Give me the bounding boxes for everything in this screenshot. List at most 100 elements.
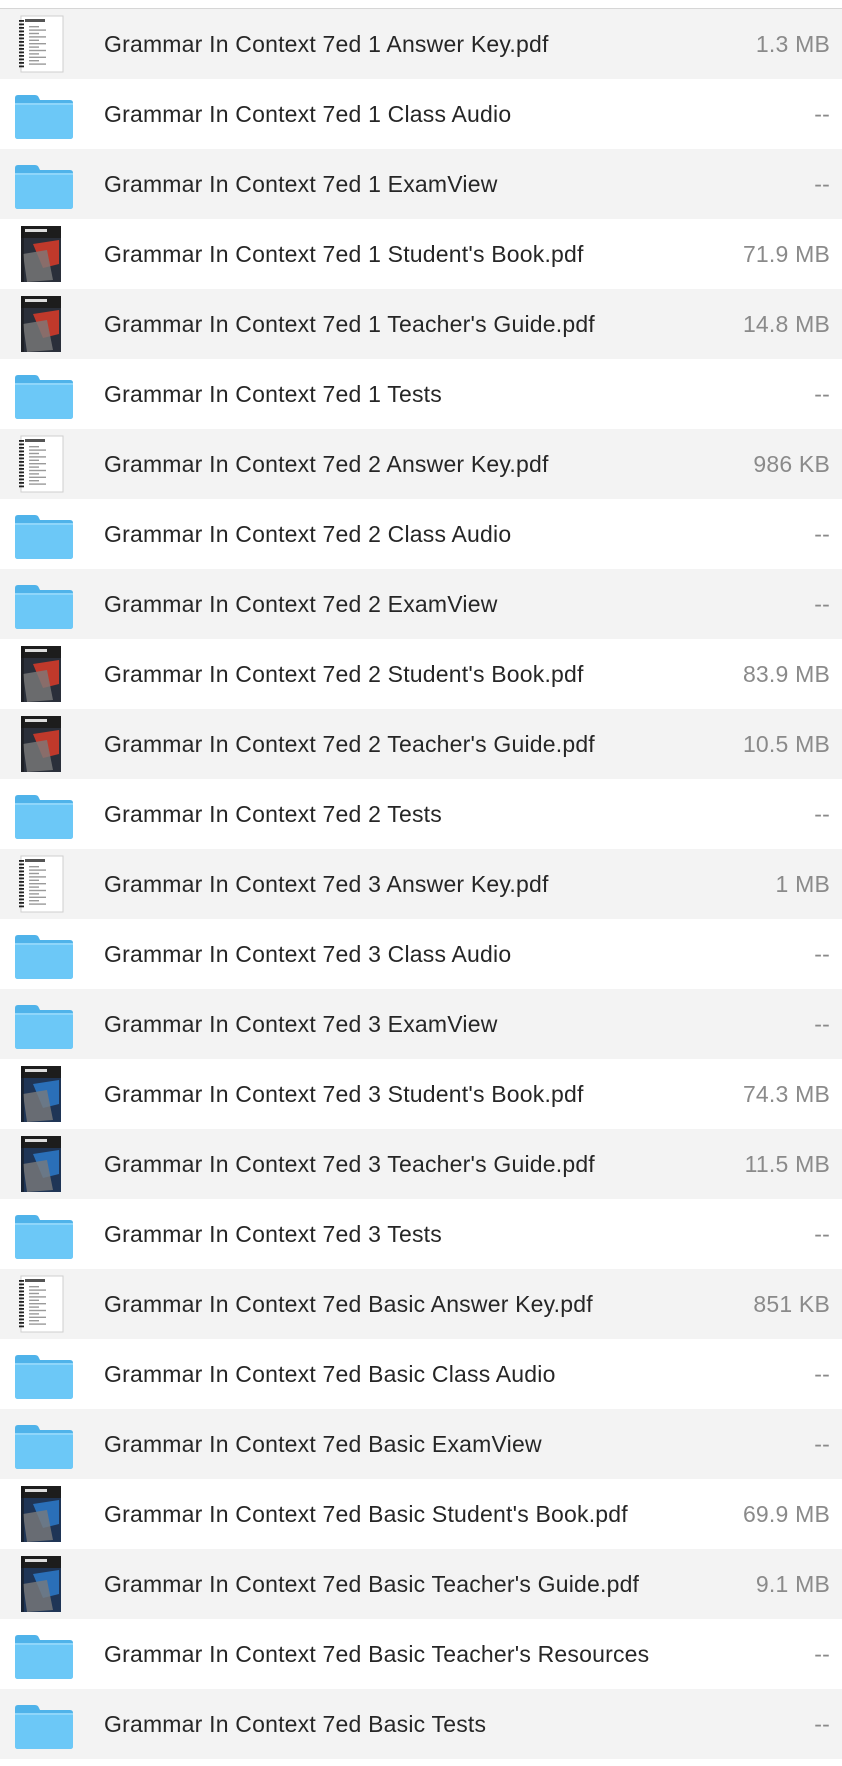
file-size: -- (814, 1431, 830, 1457)
file-name: Grammar In Context 7ed 1 Teacher's Guide… (104, 311, 595, 337)
file-size: -- (814, 381, 830, 407)
file-row[interactable]: Grammar In Context 7ed Basic Answer Key.… (0, 1269, 842, 1339)
file-size: 986 KB (753, 451, 830, 477)
file-row[interactable]: Grammar In Context 7ed 3 Class Audio -- (0, 919, 842, 989)
file-row[interactable]: Grammar In Context 7ed Basic Tests -- (0, 1689, 842, 1759)
answer-key-pdf-icon (13, 1274, 75, 1334)
book-cover-red-pdf-icon (13, 644, 75, 704)
file-size: 851 KB (753, 1291, 830, 1317)
file-name: Grammar In Context 7ed 2 Tests (104, 801, 442, 827)
file-size: 11.5 MB (744, 1151, 830, 1177)
folder-icon (13, 1344, 75, 1404)
folder-icon (13, 1204, 75, 1264)
file-row[interactable]: Grammar In Context 7ed 1 Tests -- (0, 359, 842, 429)
file-row[interactable]: Grammar In Context 7ed Basic Teacher's R… (0, 1619, 842, 1689)
file-row[interactable]: Grammar In Context 7ed 1 ExamView -- (0, 149, 842, 219)
file-row[interactable]: Grammar In Context 7ed 3 Tests -- (0, 1199, 842, 1269)
file-name: Grammar In Context 7ed 1 Answer Key.pdf (104, 31, 549, 57)
file-name: Grammar In Context 7ed 3 Tests (104, 1221, 442, 1247)
file-row[interactable]: Grammar In Context 7ed 2 ExamView -- (0, 569, 842, 639)
folder-icon (13, 784, 75, 844)
file-size: -- (814, 1221, 830, 1247)
file-size: -- (814, 1711, 830, 1737)
book-cover-blue-pdf-icon (13, 1134, 75, 1194)
file-size: -- (814, 521, 830, 547)
file-name: Grammar In Context 7ed Basic Answer Key.… (104, 1291, 593, 1317)
file-row[interactable]: Grammar In Context 7ed 3 ExamView -- (0, 989, 842, 1059)
file-name: Grammar In Context 7ed 2 Teacher's Guide… (104, 731, 595, 757)
file-size: -- (814, 801, 830, 827)
file-name: Grammar In Context 7ed 3 Student's Book.… (104, 1081, 584, 1107)
file-row[interactable]: Grammar In Context 7ed Basic Student's B… (0, 1479, 842, 1549)
folder-icon (13, 924, 75, 984)
book-cover-blue-pdf-icon (13, 1064, 75, 1124)
file-size: -- (814, 171, 830, 197)
file-row[interactable]: Grammar In Context 7ed 1 Teacher's Guide… (0, 289, 842, 359)
file-size: -- (814, 941, 830, 967)
folder-icon (13, 1414, 75, 1474)
file-size: 10.5 MB (742, 731, 830, 757)
file-size: 83.9 MB (742, 661, 830, 687)
file-size: 9.1 MB (755, 1571, 830, 1597)
file-name: Grammar In Context 7ed Basic Teacher's R… (104, 1641, 650, 1667)
file-size: -- (814, 1361, 830, 1387)
file-row[interactable]: Grammar In Context 7ed 2 Answer Key.pdf 9… (0, 429, 842, 499)
file-name: Grammar In Context 7ed Basic Tests (104, 1711, 487, 1737)
file-row[interactable]: Grammar In Context 7ed 1 Answer Key.pdf 1… (0, 9, 842, 79)
list-top-border (0, 0, 842, 9)
folder-icon (13, 1624, 75, 1684)
file-size: -- (814, 101, 830, 127)
file-size: -- (814, 591, 830, 617)
file-row[interactable]: Grammar In Context 7ed 2 Student's Book.… (0, 639, 842, 709)
file-row[interactable]: Grammar In Context 7ed Basic ExamView -- (0, 1409, 842, 1479)
file-name: Grammar In Context 7ed 3 Teacher's Guide… (104, 1151, 595, 1177)
file-name: Grammar In Context 7ed 2 Student's Book.… (104, 661, 584, 687)
book-cover-blue-pdf-icon (13, 1554, 75, 1614)
folder-icon (13, 154, 75, 214)
file-size: 14.8 MB (742, 311, 830, 337)
file-name: Grammar In Context 7ed 1 Tests (104, 381, 442, 407)
file-row[interactable]: Grammar In Context 7ed Basic Class Audio… (0, 1339, 842, 1409)
file-row[interactable]: Grammar In Context 7ed 3 Student's Book.… (0, 1059, 842, 1129)
file-size: 71.9 MB (742, 241, 830, 267)
folder-icon (13, 574, 75, 634)
answer-key-pdf-icon (13, 14, 75, 74)
file-name: Grammar In Context 7ed 2 Answer Key.pdf (104, 451, 549, 477)
file-row[interactable]: Grammar In Context 7ed 3 Teacher's Guide… (0, 1129, 842, 1199)
file-name: Grammar In Context 7ed Basic Teacher's G… (104, 1571, 640, 1597)
file-name: Grammar In Context 7ed 1 ExamView (104, 171, 498, 197)
file-name: Grammar In Context 7ed Basic ExamView (104, 1431, 542, 1457)
book-cover-red-pdf-icon (13, 294, 75, 354)
file-size: -- (814, 1641, 830, 1667)
book-cover-red-pdf-icon (13, 224, 75, 284)
folder-icon (13, 84, 75, 144)
file-name: Grammar In Context 7ed 1 Student's Book.… (104, 241, 584, 267)
file-row[interactable]: Grammar In Context 7ed 1 Student's Book.… (0, 219, 842, 289)
file-row[interactable]: Grammar In Context 7ed Basic Teacher's G… (0, 1549, 842, 1619)
file-list: Grammar In Context 7ed 1 Answer Key.pdf 1… (0, 9, 842, 1759)
file-row[interactable]: Grammar In Context 7ed 1 Class Audio -- (0, 79, 842, 149)
folder-icon (13, 994, 75, 1054)
file-name: Grammar In Context 7ed 3 ExamView (104, 1011, 498, 1037)
file-row[interactable]: Grammar In Context 7ed 3 Answer Key.pdf 1… (0, 849, 842, 919)
file-name: Grammar In Context 7ed 1 Class Audio (104, 101, 512, 127)
book-cover-blue-pdf-icon (13, 1484, 75, 1544)
file-size: 1 MB (775, 871, 830, 897)
file-name: Grammar In Context 7ed Basic Class Audio (104, 1361, 556, 1387)
file-row[interactable]: Grammar In Context 7ed 2 Teacher's Guide… (0, 709, 842, 779)
file-size: 74.3 MB (742, 1081, 830, 1107)
folder-icon (13, 364, 75, 424)
file-size: 1.3 MB (755, 31, 830, 57)
file-name: Grammar In Context 7ed 3 Answer Key.pdf (104, 871, 549, 897)
answer-key-pdf-icon (13, 434, 75, 494)
file-size: 69.9 MB (742, 1501, 830, 1527)
file-row[interactable]: Grammar In Context 7ed 2 Class Audio -- (0, 499, 842, 569)
answer-key-pdf-icon (13, 854, 75, 914)
book-cover-red-pdf-icon (13, 714, 75, 774)
file-name: Grammar In Context 7ed 2 Class Audio (104, 521, 512, 547)
file-row[interactable]: Grammar In Context 7ed 2 Tests -- (0, 779, 842, 849)
folder-icon (13, 1694, 75, 1754)
file-name: Grammar In Context 7ed Basic Student's B… (104, 1501, 628, 1527)
file-name: Grammar In Context 7ed 2 ExamView (104, 591, 498, 617)
file-name: Grammar In Context 7ed 3 Class Audio (104, 941, 512, 967)
